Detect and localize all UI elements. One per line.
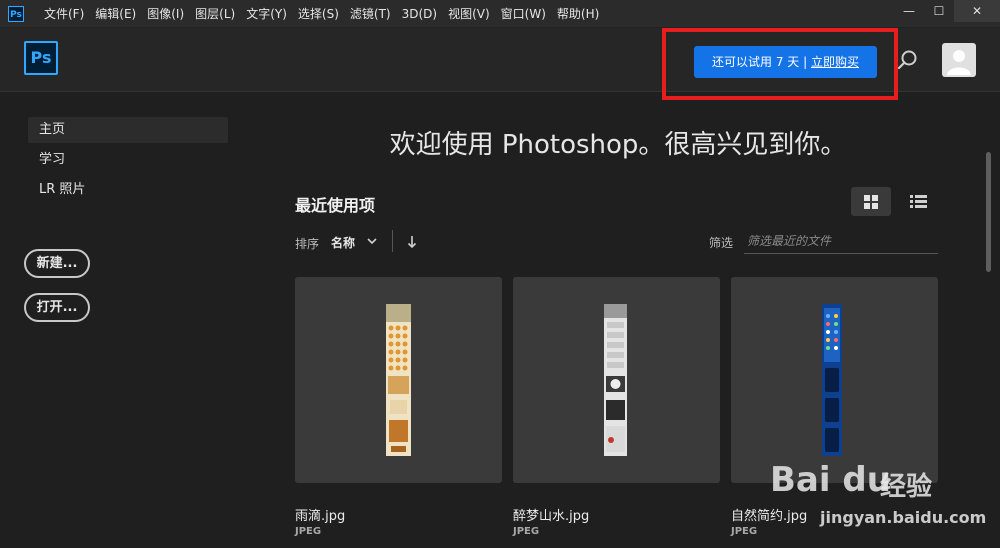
recent-file-card[interactable]: 雨滴.jpg JPEG	[295, 277, 502, 539]
divider	[392, 230, 393, 252]
menu-help[interactable]: 帮助(H)	[557, 0, 599, 28]
thumbnail-image	[386, 304, 411, 456]
photoshop-logo: Ps	[24, 41, 58, 75]
list-icon	[910, 195, 927, 208]
file-type: JPEG	[295, 526, 322, 537]
sort-label: 排序	[295, 237, 320, 251]
menu-3d[interactable]: 3D(D)	[402, 0, 437, 28]
maximize-button[interactable]: ☐	[924, 0, 954, 22]
sidebar-item-lr-photos[interactable]: LR 照片	[28, 177, 228, 203]
trial-text: 还可以试用 7 天 |	[712, 55, 811, 69]
filter-label: 筛选	[709, 236, 734, 250]
file-type: JPEG	[513, 526, 540, 537]
watermark-jingyan: 经验	[880, 472, 933, 502]
ps-app-icon: Ps	[8, 6, 24, 22]
file-name: 醉梦山水.jpg	[513, 509, 590, 524]
menu-filter[interactable]: 滤镜(T)	[350, 0, 391, 28]
file-type: JPEG	[731, 526, 758, 537]
close-button[interactable]: ✕	[954, 0, 1000, 22]
sidebar-item-learn[interactable]: 学习	[28, 147, 228, 173]
minimize-button[interactable]: —	[894, 0, 924, 22]
filter-input[interactable]	[744, 228, 938, 254]
user-icon	[947, 50, 971, 75]
recent-title: 最近使用项	[295, 196, 376, 215]
grid-icon	[864, 195, 878, 209]
sort-direction-icon[interactable]	[406, 235, 418, 249]
search-icon[interactable]	[896, 48, 920, 72]
buy-now-link[interactable]: 立即购买	[811, 55, 859, 69]
trial-buy-button[interactable]: 还可以试用 7 天 | 立即购买	[694, 46, 877, 78]
home-header: Ps 还可以试用 7 天 | 立即购买	[0, 28, 1000, 100]
sidebar-item-home[interactable]: 主页	[28, 117, 228, 143]
thumbnail-image	[822, 304, 842, 456]
sort-dropdown[interactable]: 名称	[331, 234, 355, 251]
file-thumbnail[interactable]	[731, 277, 938, 483]
menu-select[interactable]: 选择(S)	[298, 0, 339, 28]
sidebar: 主页 学习 LR 照片 新建... 打开...	[0, 92, 262, 548]
file-name: 雨滴.jpg	[295, 509, 346, 524]
open-button[interactable]: 打开...	[24, 293, 90, 322]
menu-view[interactable]: 视图(V)	[448, 0, 490, 28]
scrollbar-thumb[interactable]	[986, 152, 991, 272]
menu-edit[interactable]: 编辑(E)	[95, 0, 136, 28]
window-controls: — ☐ ✕	[894, 0, 1000, 22]
menu-bar: Ps 文件(F) 编辑(E) 图像(I) 图层(L) 文字(Y) 选择(S) 滤…	[0, 0, 1000, 28]
new-button[interactable]: 新建...	[24, 249, 90, 278]
menu-window[interactable]: 窗口(W)	[501, 0, 546, 28]
menu-list: 文件(F) 编辑(E) 图像(I) 图层(L) 文字(Y) 选择(S) 滤镜(T…	[44, 0, 610, 28]
menu-type[interactable]: 文字(Y)	[246, 0, 287, 28]
welcome-heading: 欢迎使用 Photoshop。很高兴见到你。	[389, 130, 847, 160]
file-thumbnail[interactable]	[513, 277, 720, 483]
recent-file-card[interactable]: 醉梦山水.jpg JPEG	[513, 277, 720, 539]
user-avatar[interactable]	[942, 43, 976, 77]
chevron-down-icon[interactable]	[366, 235, 378, 247]
menu-image[interactable]: 图像(I)	[147, 0, 184, 28]
baidu-watermark: Bai du 经验 jingyan.baidu.com	[770, 458, 990, 538]
file-thumbnail[interactable]	[295, 277, 502, 483]
list-view-button[interactable]	[899, 187, 939, 216]
menu-file[interactable]: 文件(F)	[44, 0, 84, 28]
menu-layer[interactable]: 图层(L)	[195, 0, 235, 28]
watermark-brand: Bai du	[770, 460, 891, 500]
watermark-url: jingyan.baidu.com	[820, 508, 987, 527]
thumbnail-image	[604, 304, 627, 456]
grid-view-button[interactable]	[851, 187, 891, 216]
